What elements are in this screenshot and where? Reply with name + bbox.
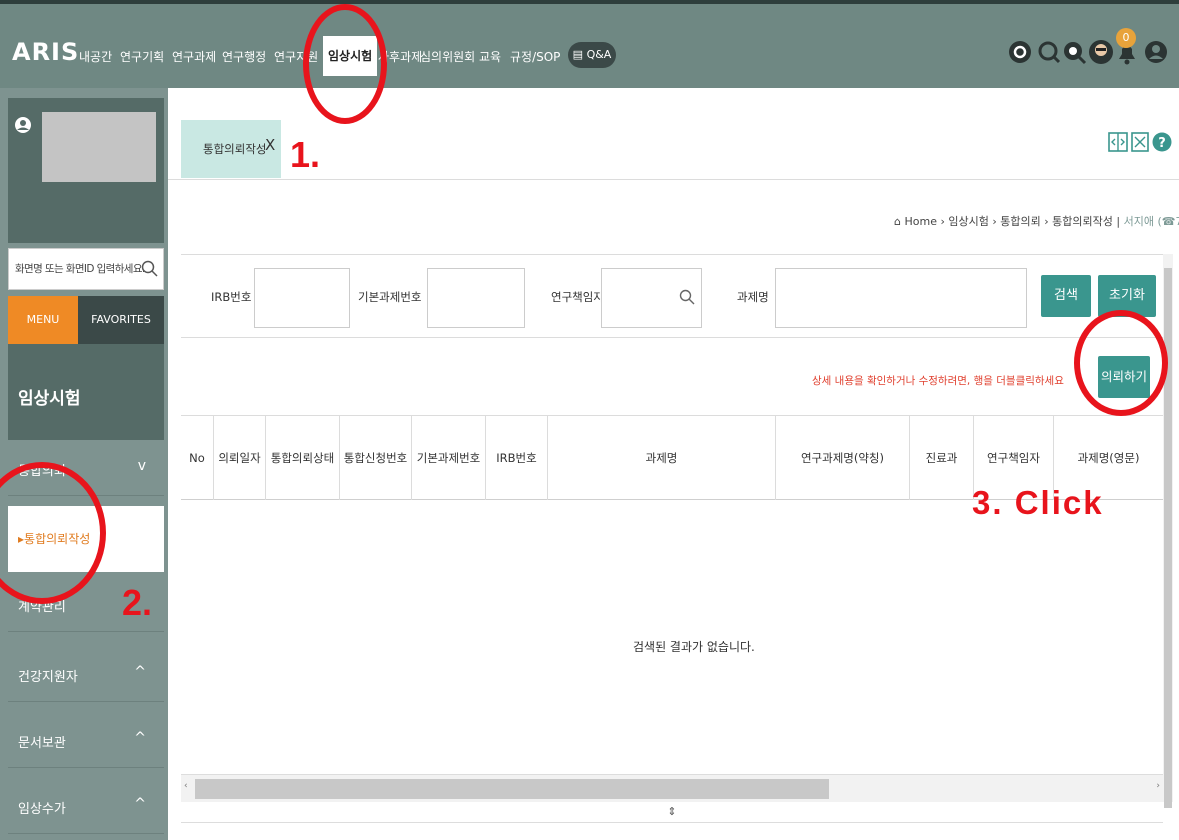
double-click-hint: 상세 내용을 확인하거나 수정하려면, 행을 더블클릭하세요 (812, 375, 1064, 387)
chevron-up-icon: ^ (134, 796, 146, 812)
annotation-circle-nav (303, 4, 387, 124)
search-icon[interactable] (679, 289, 695, 305)
search-icon[interactable] (141, 260, 159, 278)
sidebar-tab-menu[interactable]: MENU (8, 296, 78, 344)
principal-investigator-label: 연구책임자 (551, 290, 604, 304)
column-header-task-title[interactable]: 과제명 (547, 416, 775, 500)
column-header-irb-number[interactable]: IRB번호 (485, 416, 547, 500)
app-logo[interactable]: ARIS (12, 38, 79, 66)
scroll-left-arrow-icon[interactable]: ‹ (184, 781, 188, 791)
document-icon: ▤ (572, 48, 584, 61)
panel-resize-handle[interactable]: ⇕ (181, 802, 1163, 822)
column-header-request-date[interactable]: 의뢰일자 (213, 416, 265, 500)
user-profile-icon[interactable] (1143, 39, 1169, 65)
qna-button[interactable]: ▤ Q&A (568, 42, 616, 68)
nav-item-my-space[interactable]: 내공간 (79, 48, 112, 65)
horizontal-scrollbar[interactable]: ‹ › (181, 774, 1163, 802)
top-navigation-bar: ARIS 내공간 연구기획 연구과제 연구행정 연구지원 임상시험 사후과제 심… (0, 0, 1179, 88)
close-tab-button[interactable]: X (265, 136, 275, 154)
home-icon: ⌂ (894, 215, 901, 228)
results-grid-body[interactable]: 검색된 결과가 없습니다. (181, 500, 1163, 774)
task-title-input[interactable] (775, 268, 1027, 328)
task-title-label: 과제명 (737, 290, 769, 304)
advanced-search-icon[interactable] (1061, 39, 1087, 65)
column-header-no[interactable]: No (181, 416, 213, 500)
sidebar-item-document-archive[interactable]: 문서보관 ^ (8, 712, 164, 768)
nav-item-review-committee[interactable]: 심의위원회 (420, 48, 475, 65)
nav-item-research-admin[interactable]: 연구행정 (222, 48, 266, 65)
column-header-request-status[interactable]: 통합의뢰상태 (265, 416, 339, 500)
nav-item-research-tasks[interactable]: 연구과제 (172, 48, 216, 65)
sidebar-item-clinical-fees[interactable]: 임상수가 ^ (8, 778, 164, 834)
user-icon (15, 117, 31, 133)
profile-panel (8, 98, 164, 243)
action-row: 상세 내용을 확인하거나 수정하려면, 행을 더블클릭하세요 의뢰하기 (181, 340, 1163, 416)
detail-grid-header (181, 822, 1163, 840)
annotation-step-3: 3. Click (972, 484, 1104, 521)
help-icon[interactable]: ? (1152, 132, 1172, 152)
screen-search-input[interactable]: 화면명 또는 화면ID 입력하세요. (8, 248, 164, 290)
refresh-icon[interactable] (1007, 39, 1033, 65)
column-header-base-task-number[interactable]: 기본과제번호 (411, 416, 485, 500)
base-task-number-label: 기본과제번호 (358, 290, 422, 304)
column-header-application-number[interactable]: 통합신청번호 (339, 416, 411, 500)
split-view-icon[interactable] (1108, 132, 1128, 152)
breadcrumb: ⌂ Home › 임상시험 › 통합의뢰 › 통합의뢰작성 | 서지애 (☎72… (894, 211, 1179, 229)
annotation-step-1: 1. (290, 134, 321, 175)
vertical-scrollbar[interactable] (1163, 254, 1173, 808)
sidebar-item-healthy-volunteers[interactable]: 건강지원자 ^ (8, 646, 164, 702)
irb-number-label: IRB번호 (211, 290, 252, 304)
scroll-right-arrow-icon[interactable]: › (1156, 781, 1160, 791)
column-header-short-title[interactable]: 연구과제명(약칭) (775, 416, 909, 500)
base-task-number-input[interactable] (427, 268, 525, 328)
principal-investigator-input[interactable] (601, 268, 702, 328)
nav-item-regulations[interactable]: 규정/SOP (510, 48, 560, 65)
resize-arrows-icon: ⇕ (667, 805, 677, 818)
user-photo-placeholder (42, 112, 156, 182)
search-icon[interactable] (1036, 39, 1062, 65)
horizontal-scroll-thumb[interactable] (195, 779, 829, 799)
nav-item-education[interactable]: 교육 (479, 48, 501, 65)
annotation-circle-request-button (1074, 310, 1168, 416)
chevron-up-icon: ^ (134, 664, 146, 680)
irb-number-input[interactable] (254, 268, 350, 328)
search-button[interactable]: 검색 (1041, 275, 1091, 317)
user-avatar-icon[interactable] (1088, 39, 1114, 65)
chevron-up-icon: ^ (134, 730, 146, 746)
column-header-department[interactable]: 진료과 (909, 416, 973, 500)
sidebar-tab-favorites[interactable]: FAVORITES (78, 296, 164, 344)
nav-item-research-planning[interactable]: 연구기획 (120, 48, 164, 65)
annotation-step-2: 2. (122, 582, 153, 623)
search-filter-bar: IRB번호 기본과제번호 연구책임자 과제명 검색 초기화 (181, 254, 1163, 338)
contact-info: 서지애 (☎7283) (1123, 215, 1179, 228)
svg-text:?: ? (1158, 136, 1166, 151)
print-icon[interactable] (1131, 132, 1149, 152)
empty-results-message: 검색된 결과가 없습니다. (633, 640, 755, 654)
main-content: 통합의뢰작성 X ? ⌂ Home › 임상시험 › 통합의뢰 › 통합의뢰작성… (168, 88, 1179, 840)
notification-count-badge: 0 (1116, 28, 1136, 48)
sidebar-section-title: 임상시험 (8, 344, 164, 440)
chevron-down-icon: v (137, 458, 146, 474)
